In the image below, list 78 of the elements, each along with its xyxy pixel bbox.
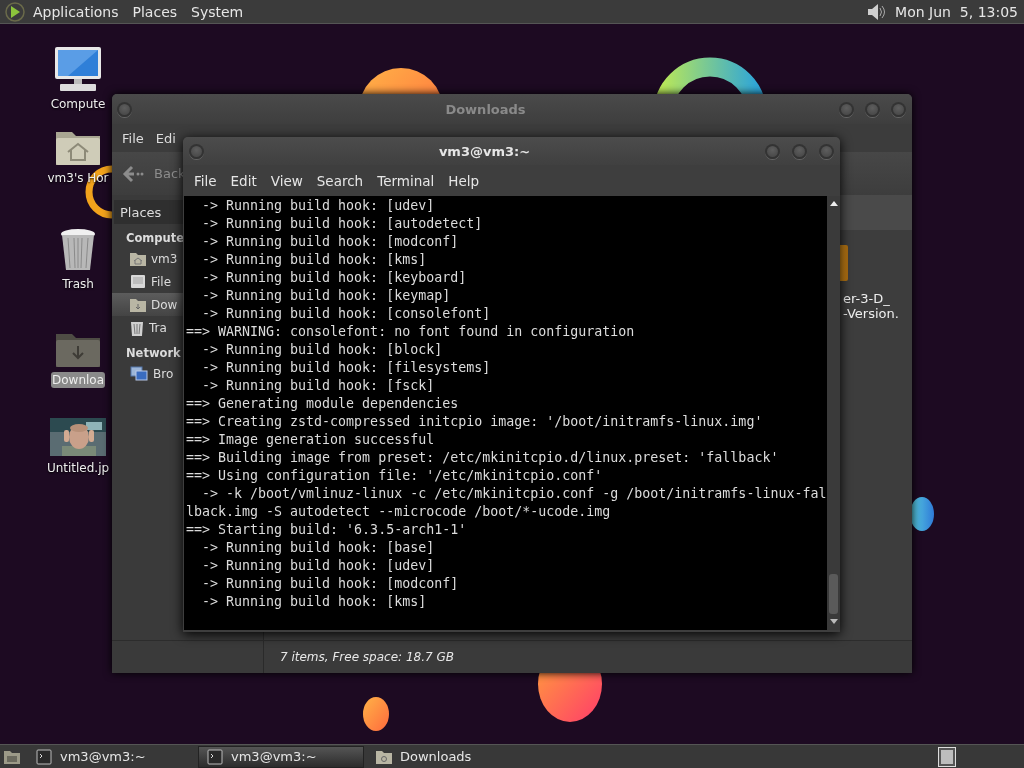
- terminal-line: ==> WARNING: consolefont: no font found in configuration: [186, 323, 635, 341]
- taskbar-button[interactable]: vm3@vm3:~: [28, 745, 194, 768]
- menu-item[interactable]: Edit: [227, 172, 260, 189]
- terminal-line: -> Running build hook: [consolefont]: [201, 305, 491, 323]
- window-button[interactable]: [189, 143, 204, 159]
- terminal-line: -> Running build hook: [keymap]: [201, 287, 451, 305]
- window-title: vm3@vm3:~: [437, 143, 532, 159]
- terminal-line: ==> Generating module dependencies: [186, 395, 459, 413]
- menu-item[interactable]: Help: [445, 172, 483, 189]
- desktop-icon-label[interactable]: Untitled.jp: [45, 460, 111, 476]
- terminal-line: ==> Starting build: '6.3.5-arch1-1': [186, 521, 467, 539]
- sidebar-item[interactable]: File: [112, 270, 183, 293]
- window-title: Downloads: [444, 101, 527, 117]
- download-folder-icon: [130, 297, 146, 312]
- file-name-line[interactable]: -Version.: [843, 306, 912, 321]
- terminal-line: -> Running build hook: [modconf]: [201, 575, 459, 593]
- window-button[interactable]: [891, 101, 906, 117]
- sidebar-heading: Network: [125, 345, 182, 362]
- places-header[interactable]: Places: [114, 200, 183, 224]
- show-desktop-icon[interactable]: [4, 748, 20, 765]
- window-button[interactable]: [117, 101, 132, 117]
- terminal-line: ==> Creating zstd-compressed initcpio image: '/boot/initramfs-linux.img': [186, 413, 763, 431]
- status-text: 7 items, Free space: 18.7 GB: [279, 649, 454, 666]
- terminal-line: -> Running build hook: [keyboard]: [201, 269, 467, 287]
- scrollbar[interactable]: [827, 196, 840, 630]
- sidebar-item[interactable]: Tra: [112, 316, 183, 339]
- clock[interactable]: Mon Jun 5, 13:05: [887, 3, 1024, 20]
- menu-item[interactable]: File: [116, 130, 150, 146]
- panel-menu[interactable]: Places: [125, 3, 185, 20]
- trash-icon: [59, 228, 97, 272]
- network-icon: [130, 366, 148, 381]
- terminal-line: -> Running build hook: [fsck]: [201, 377, 435, 395]
- terminal-line: -> Running build hook: [udev]: [201, 557, 435, 575]
- sidebar-heading: Compute: [125, 230, 183, 247]
- terminal-line: -> Running build hook: [kms]: [201, 593, 427, 611]
- terminal-icon: [207, 748, 223, 765]
- menu-item[interactable]: Search: [313, 172, 367, 189]
- window-button[interactable]: [839, 101, 854, 117]
- window-button[interactable]: [819, 143, 834, 159]
- terminal-line: -> Running build hook: [filesystems]: [201, 359, 491, 377]
- window-button[interactable]: [765, 143, 780, 159]
- back-arrow-icon: [122, 164, 144, 183]
- workspace-switcher[interactable]: [938, 746, 956, 767]
- distro-logo-icon[interactable]: [4, 0, 26, 23]
- terminal-line: -> Running build hook: [base]: [201, 539, 435, 557]
- drive-icon: [130, 274, 146, 289]
- terminal-line: -> Running build hook: [autodetect]: [201, 215, 483, 233]
- menu-item[interactable]: Edi: [149, 130, 182, 146]
- folder-icon: [376, 749, 392, 764]
- sidebar-item[interactable]: vm3: [112, 247, 183, 270]
- trash-icon: [130, 319, 144, 336]
- menu-item[interactable]: View: [267, 172, 306, 189]
- terminal-line: -> Running build hook: [block]: [201, 341, 443, 359]
- panel-menu[interactable]: System: [184, 3, 251, 20]
- terminal-line: lback.img -S autodetect --microcode /boot/*-ucode.img: [186, 503, 611, 521]
- desktop-icon-label[interactable]: Trash: [61, 276, 95, 292]
- window-button[interactable]: [865, 101, 880, 117]
- sidebar-item[interactable]: Dow: [112, 293, 183, 316]
- menu-item[interactable]: File: [191, 172, 220, 189]
- terminal-icon: [36, 748, 52, 765]
- home-folder-icon: [130, 251, 146, 266]
- terminal-line: -> Running build hook: [modconf]: [201, 233, 459, 251]
- desktop-icon-label[interactable]: Compute: [49, 96, 107, 112]
- file-name-line[interactable]: er-3-D_: [843, 291, 912, 306]
- terminal-line: -> Running build hook: [udev]: [201, 197, 435, 215]
- sidebar-item[interactable]: Bro: [112, 362, 183, 385]
- file-icon[interactable]: [840, 245, 848, 281]
- menu-item[interactable]: Terminal: [374, 172, 438, 189]
- terminal-line: ==> Image generation successful: [186, 431, 435, 449]
- terminal-line: ==> Using configuration file: '/etc/mkinitcpio.conf': [186, 467, 603, 485]
- computer-icon: [54, 46, 102, 92]
- terminal-line: -> -k /boot/vmlinuz-linux -c /etc/mkinitcpio.conf -g /boot/initramfs-linux-fal: [201, 485, 827, 503]
- terminal-line: ==> Building image from preset: /etc/mkinitcpio.d/linux.preset: 'fallback': [186, 449, 779, 467]
- taskbar-button[interactable]: vm3@vm3:~: [198, 745, 364, 768]
- panel-menu[interactable]: Applications: [26, 3, 126, 20]
- terminal-line: -> Running build hook: [kms]: [201, 251, 427, 269]
- taskbar-button[interactable]: Downloads: [368, 745, 534, 768]
- window-button[interactable]: [792, 143, 807, 159]
